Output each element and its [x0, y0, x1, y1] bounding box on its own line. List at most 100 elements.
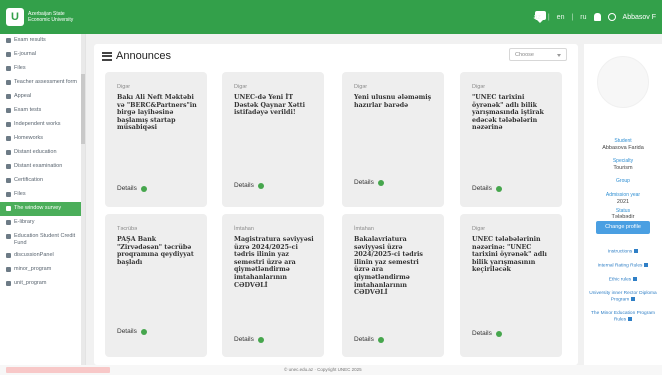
- files-icon: [6, 66, 11, 71]
- lang-separator: |: [571, 13, 574, 21]
- sidebar-item[interactable]: Exam results: [0, 34, 85, 48]
- details-link[interactable]: Details: [472, 185, 502, 192]
- announce-text: Bakı Ali Neft Məktəbi və "BERC&Partners"…: [117, 94, 197, 132]
- sidebar-item[interactable]: Distant examination: [0, 160, 85, 174]
- user-short-name[interactable]: Abbasov F: [623, 14, 656, 21]
- sidebar-scrollbar[interactable]: [81, 34, 85, 365]
- sidebar-item[interactable]: Files: [0, 62, 85, 76]
- page-title: Announces: [116, 50, 172, 62]
- announce-card[interactable]: Digər UNEC tələbələrinin nəzərinə: "UNEC …: [460, 214, 562, 357]
- sidebar-item-label: The window survey: [14, 205, 62, 211]
- announce-category: İmtahan: [234, 226, 254, 232]
- appeal-icon: [6, 94, 11, 99]
- announce-card[interactable]: İmtahan Bakalavriatura səviyyəsi üzrə 202…: [342, 214, 444, 357]
- specialty-value: Tourism: [613, 165, 633, 171]
- sidebar-item[interactable]: The window survey: [0, 202, 85, 216]
- category-select[interactable]: Choose: [509, 48, 567, 61]
- admission-value: 2021: [616, 199, 630, 205]
- lang-az[interactable]: az: [533, 14, 540, 21]
- sidebar-item[interactable]: E-journal: [0, 48, 85, 62]
- announce-card[interactable]: Digər Bakı Ali Neft Məktəbi və "BERC&Part…: [105, 72, 207, 207]
- status-dot-icon: [377, 336, 384, 343]
- logo-mark: U: [6, 8, 24, 26]
- announce-card[interactable]: Digər "UNEC tarixini öyrənək" adlı bilik …: [460, 72, 562, 207]
- sidebar-item[interactable]: Education Student Credit Fund: [0, 230, 85, 249]
- exam-icon: [6, 38, 11, 43]
- announce-category: Təcrübə: [117, 226, 138, 232]
- download-icon: [628, 317, 633, 321]
- download-icon: [633, 277, 638, 281]
- bell-icon[interactable]: [593, 13, 601, 21]
- journal-icon: [6, 52, 11, 57]
- change-profile-button[interactable]: Change profile: [596, 221, 650, 234]
- logo-text: Azerbaijan State Economic University: [28, 11, 73, 23]
- sidebar-item[interactable]: Homeworks: [0, 132, 85, 146]
- sidebar-item[interactable]: Distant education: [0, 146, 85, 160]
- unit-icon: [6, 281, 11, 286]
- sidebar-item-label: Files: [14, 65, 26, 71]
- profile-link[interactable]: The Minor Education Program Rules: [586, 311, 660, 323]
- download-icon: [634, 249, 639, 253]
- sidebar-item[interactable]: Teacher assessment form: [0, 76, 85, 90]
- sidebar-item[interactable]: E-library: [0, 216, 85, 230]
- avatar: [597, 56, 649, 108]
- details-label: Details: [234, 182, 254, 189]
- announces-header: Announces: [102, 50, 171, 62]
- lang-ru[interactable]: ru: [580, 14, 586, 21]
- profile-link[interactable]: Internal Rating Rules: [586, 263, 660, 269]
- status-dot-icon: [140, 328, 147, 335]
- tests-icon: [6, 108, 11, 113]
- user-icon[interactable]: [607, 13, 616, 21]
- sidebar-item[interactable]: minor_program: [0, 263, 85, 277]
- sidebar-item[interactable]: Certification: [0, 174, 85, 188]
- details-link[interactable]: Details: [117, 185, 147, 192]
- announce-card[interactable]: Təcrübə PAŞA Bank "Zirvədəsən" təcrübə pr…: [105, 214, 207, 357]
- sidebar-item-label: Certification: [14, 177, 44, 183]
- details-label: Details: [117, 328, 137, 335]
- details-label: Details: [354, 179, 374, 186]
- university-logo[interactable]: U Azerbaijan State Economic University: [0, 8, 92, 26]
- profile-link[interactable]: Instructions: [586, 249, 660, 255]
- announce-card[interactable]: Digər UNEC-də Yeni İT Dəstək Qaynar Xətti…: [222, 72, 324, 207]
- distant-icon: [6, 150, 11, 155]
- announce-text: PAŞA Bank "Zirvədəsən" təcrübə proqramın…: [117, 236, 194, 266]
- announce-category: İmtahan: [354, 226, 374, 232]
- sidebar-item[interactable]: unit_program: [0, 277, 85, 291]
- details-link[interactable]: Details: [234, 182, 264, 189]
- chevron-down-icon: [557, 54, 561, 57]
- sidebar-item-label: Files: [14, 191, 26, 197]
- sidebar-item[interactable]: Independent works: [0, 118, 85, 132]
- details-label: Details: [117, 185, 137, 192]
- sidebar-item[interactable]: discussionPanel: [0, 249, 85, 263]
- sidebar-item-label: discussionPanel: [14, 252, 54, 258]
- announce-text: Bakalavriatura səviyyəsi üzrə 2024/2025-…: [354, 236, 423, 297]
- announce-category: Digər: [472, 226, 486, 232]
- details-label: Details: [234, 336, 254, 343]
- status-dot-icon: [377, 179, 384, 186]
- announce-category: Digər: [234, 84, 248, 90]
- profile-link-label: University inner Rector Diploma Program: [589, 291, 657, 303]
- details-link[interactable]: Details: [354, 336, 384, 343]
- details-link[interactable]: Details: [472, 330, 502, 337]
- details-label: Details: [472, 185, 492, 192]
- sidebar-item-label: Exam results: [14, 37, 46, 43]
- top-bar: U Azerbaijan State Economic University a…: [0, 0, 662, 34]
- profile-link[interactable]: Ethic rules: [586, 277, 660, 283]
- details-link[interactable]: Details: [117, 328, 147, 335]
- details-link[interactable]: Details: [354, 179, 384, 186]
- sidebar-item-label: Independent works: [14, 121, 61, 127]
- fund-icon: [6, 234, 11, 239]
- sidebar-item[interactable]: Exam tests: [0, 104, 85, 118]
- profile-link-label: Instructions: [607, 249, 633, 255]
- announce-card[interactable]: İmtahan Magistratura səviyyəsi üzrə 2024/…: [222, 214, 324, 357]
- lang-separator: |: [547, 13, 550, 21]
- announces-panel: Announces Choose Digər Bakı Ali Neft Məkt…: [94, 44, 578, 365]
- sidebar-item-label: Distant education: [14, 149, 57, 155]
- lang-en[interactable]: en: [557, 14, 565, 21]
- details-link[interactable]: Details: [234, 336, 264, 343]
- announce-card[interactable]: Digər Yeni ulusnu ələməmiş hazırlar barəd…: [342, 72, 444, 207]
- sidebar-item[interactable]: Files: [0, 188, 85, 202]
- sidebar-item-label: Teacher assessment form: [14, 79, 77, 85]
- sidebar-item[interactable]: Appeal: [0, 90, 85, 104]
- profile-link[interactable]: University inner Rector Diploma Program: [586, 291, 660, 303]
